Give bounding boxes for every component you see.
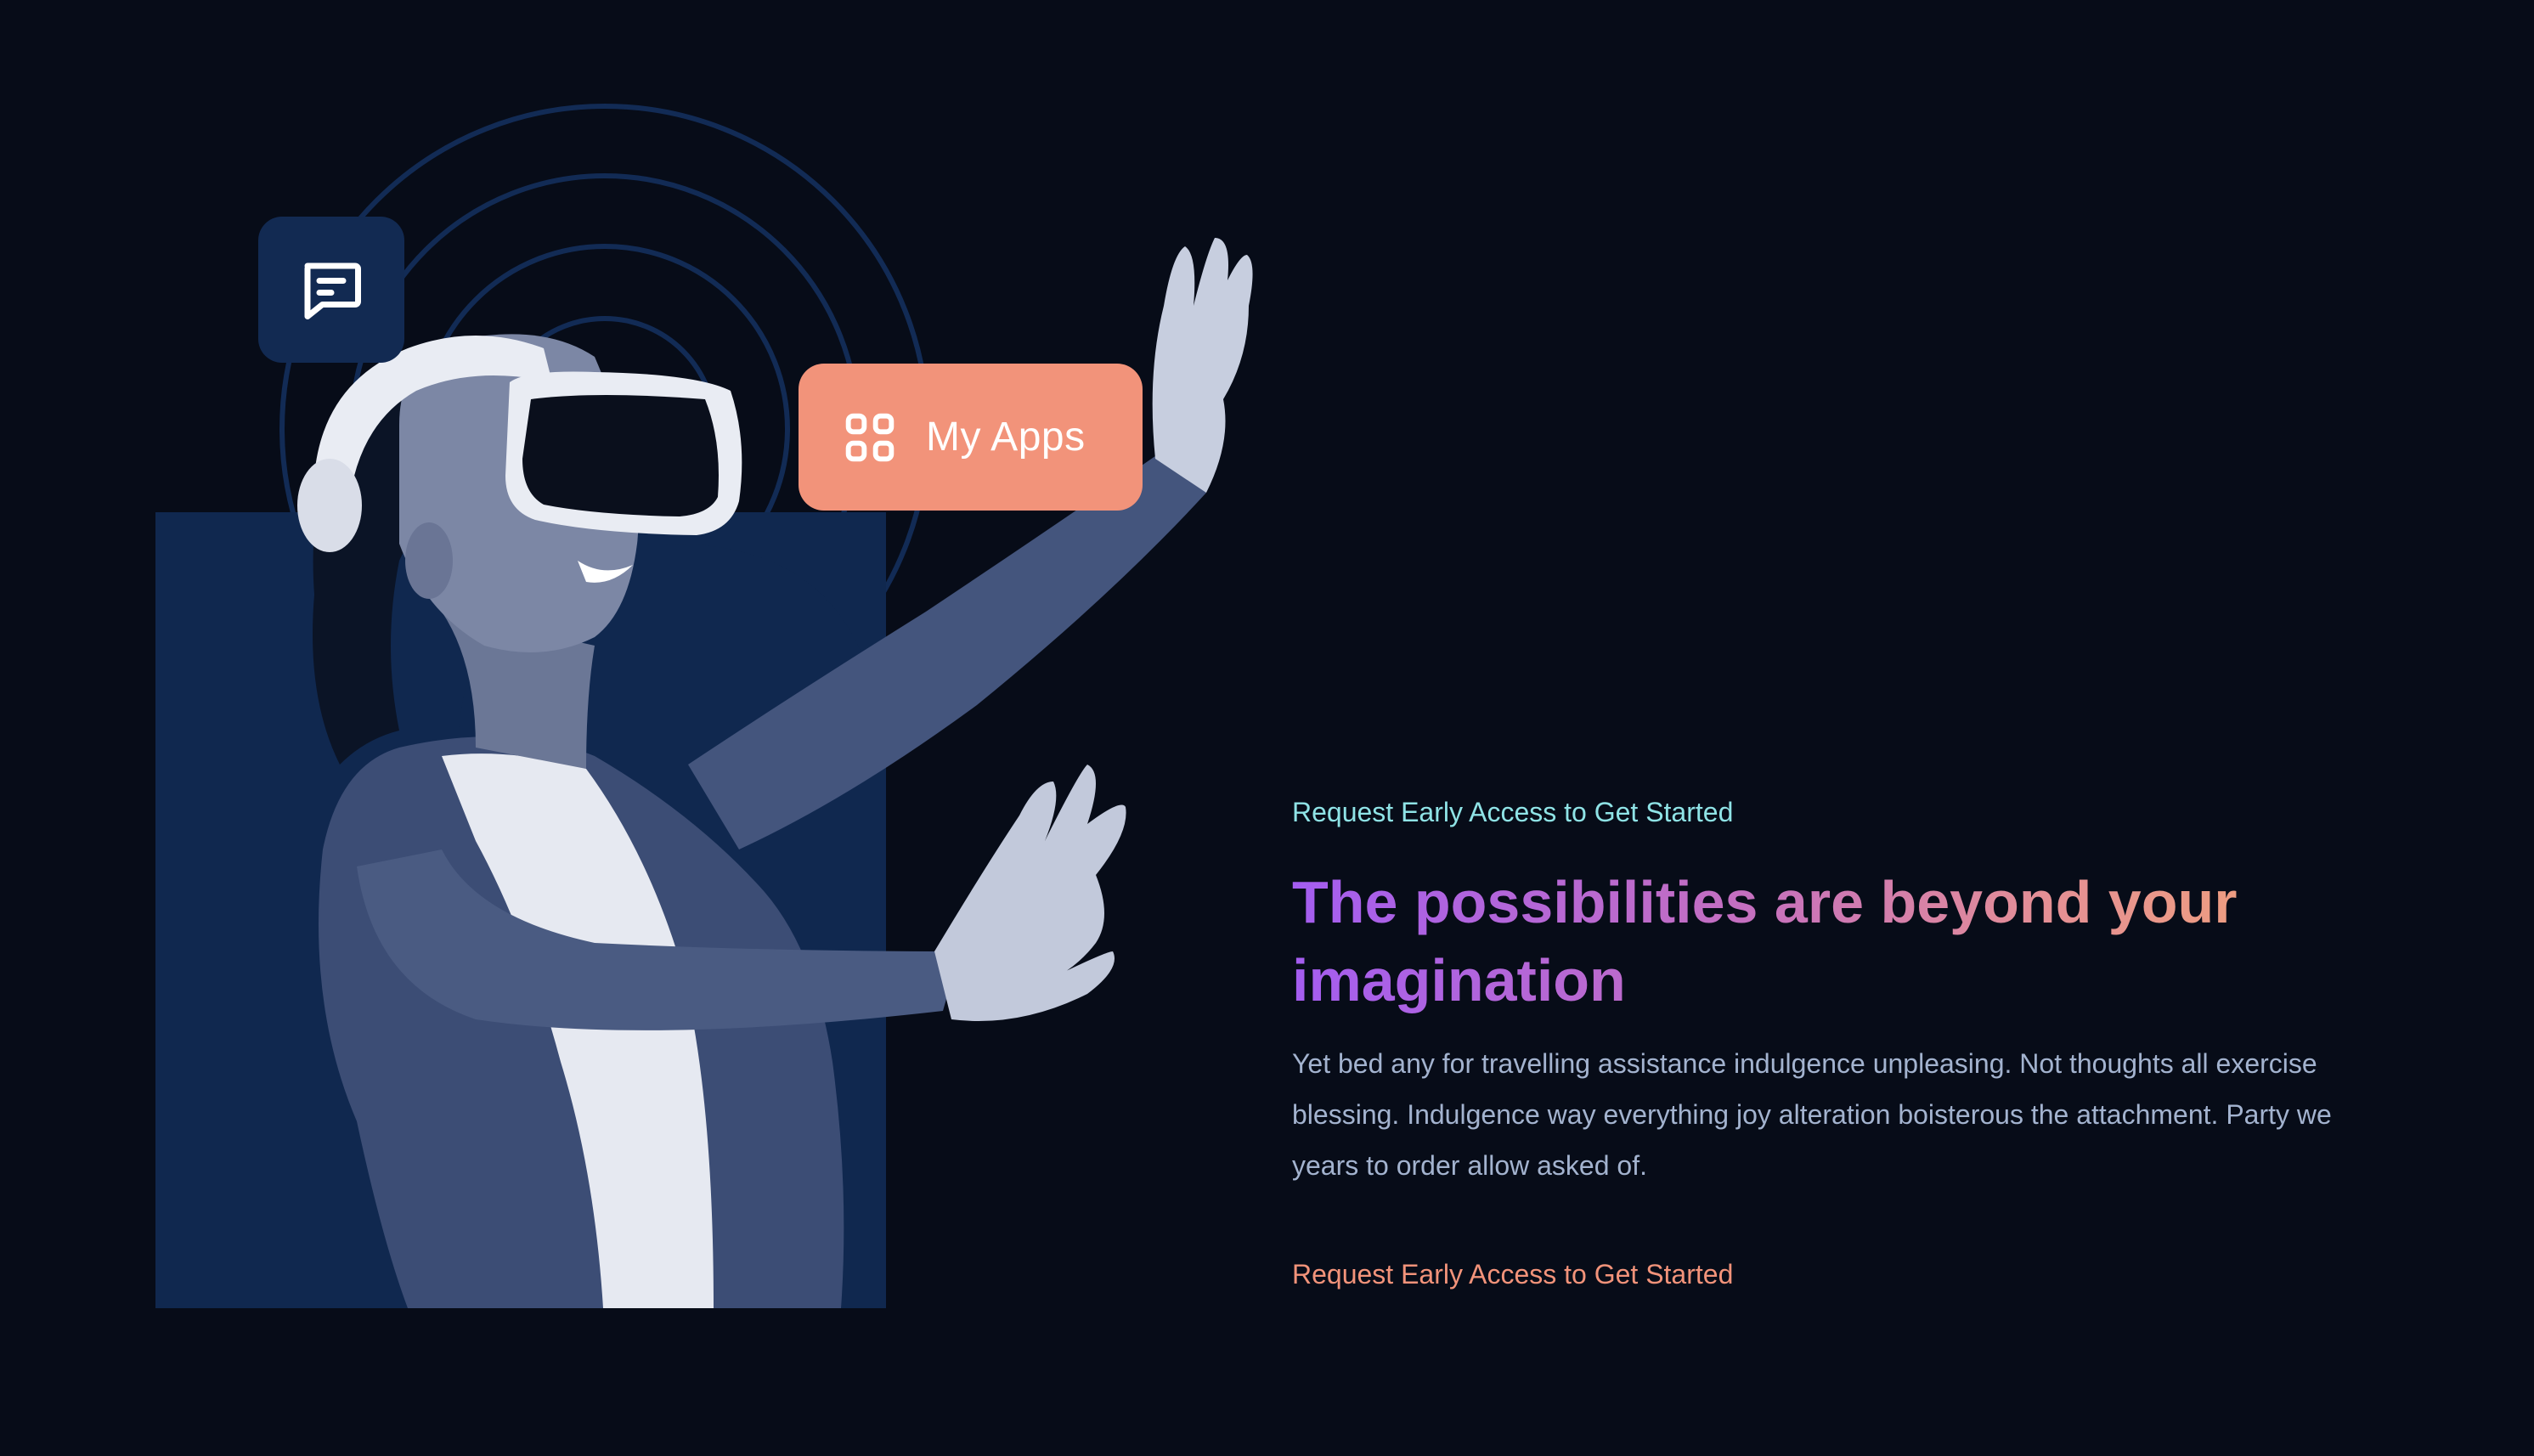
eyebrow-text: Request Early Access to Get Started <box>1292 797 1734 827</box>
vr-headset-person-illustration <box>297 238 1253 1308</box>
body-paragraph: Yet bed any for travelling assistance in… <box>1292 1048 2332 1181</box>
message-square-icon <box>304 262 361 319</box>
hero-visual: My Apps <box>0 0 1274 1456</box>
grid-apps-icon <box>845 413 895 461</box>
page-title: The possibilities are beyond your imagin… <box>1292 863 2294 1019</box>
request-access-link[interactable]: Request Early Access to Get Started <box>1292 1256 1733 1293</box>
hero-content: Request Early Access to Get Started The … <box>1292 793 2396 1293</box>
my-apps-label: My Apps <box>926 415 1086 460</box>
chat-tile[interactable] <box>258 217 404 363</box>
my-apps-button[interactable]: My Apps <box>799 364 1143 511</box>
